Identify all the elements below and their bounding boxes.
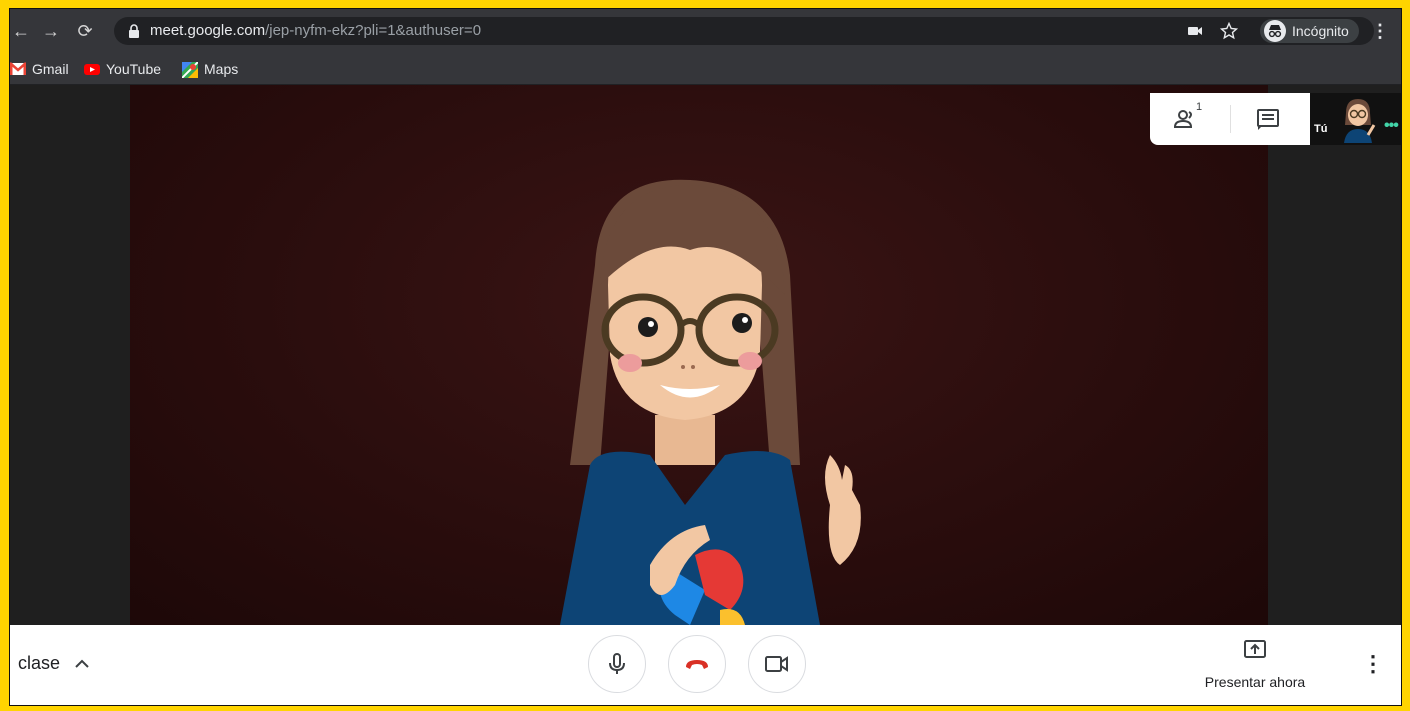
- reload-icon[interactable]: ⟳: [74, 20, 96, 42]
- bookmark-maps[interactable]: Maps: [181, 59, 239, 79]
- bookmark-youtube[interactable]: YouTube: [84, 59, 161, 79]
- meeting-name: clase: [18, 653, 61, 673]
- meet-top-panel: 1: [1150, 93, 1310, 145]
- more-options-icon[interactable]: ⋮: [1362, 649, 1384, 679]
- gmail-icon: [10, 62, 27, 76]
- back-icon[interactable]: ←: [10, 20, 32, 42]
- kebab-menu-icon[interactable]: ⋮: [1370, 19, 1390, 43]
- hangup-button[interactable]: [668, 635, 726, 693]
- meeting-details-toggle[interactable]: clase: [18, 653, 90, 674]
- microphone-button[interactable]: [588, 635, 646, 693]
- youtube-icon: [84, 62, 100, 76]
- omnibox[interactable]: meet.google.com/jep-nyfm-ekz?pli=1&authu…: [114, 17, 1374, 45]
- panel-divider: [1230, 105, 1231, 133]
- incognito-badge[interactable]: Incógnito: [1260, 19, 1359, 43]
- video-camera-icon: [765, 656, 788, 672]
- browser-window: ← → ⟳ meet.google.com/jep-nyfm-ekz?pli=1…: [9, 8, 1402, 706]
- chat-icon[interactable]: [1254, 105, 1282, 133]
- presenter-avatar-illustration: [560, 179, 861, 625]
- camera-button[interactable]: [748, 635, 806, 693]
- star-icon[interactable]: [1220, 22, 1238, 40]
- address-bar-row: ← → ⟳ meet.google.com/jep-nyfm-ekz?pli=1…: [10, 9, 1401, 53]
- participants-count: 1: [1196, 101, 1203, 113]
- bookmarks-bar: Gmail YouTube Maps: [10, 53, 1401, 85]
- lock-icon: [129, 24, 139, 38]
- bookmark-label: YouTube: [106, 61, 162, 77]
- bookmark-label: Maps: [204, 61, 239, 77]
- self-view-tile[interactable]: Tú •••: [1310, 93, 1401, 145]
- hangup-icon: [686, 660, 708, 669]
- camera-icon[interactable]: [1186, 22, 1204, 40]
- self-more-icon[interactable]: •••: [1384, 117, 1399, 135]
- meet-controls-bar: clase Presentar ahora ⋮: [10, 625, 1401, 705]
- url-path: /jep-nyfm-ekz?pli=1&authuser=0: [265, 22, 482, 39]
- forward-icon[interactable]: →: [40, 20, 62, 42]
- main-video: [130, 85, 1268, 625]
- maps-icon: [181, 61, 199, 79]
- present-now-button[interactable]: Presentar ahora: [1200, 639, 1310, 695]
- bookmark-gmail[interactable]: Gmail: [10, 59, 69, 79]
- incognito-icon: [1264, 20, 1286, 42]
- incognito-label: Incógnito: [1292, 23, 1349, 39]
- url-text[interactable]: meet.google.com/jep-nyfm-ekz?pli=1&authu…: [150, 22, 481, 39]
- present-screen-icon: [1244, 640, 1266, 658]
- bookmark-label: Gmail: [32, 61, 69, 77]
- self-avatar: [1344, 99, 1376, 143]
- present-now-label: Presentar ahora: [1204, 674, 1306, 690]
- meet-stage: 1 Tú •••: [10, 85, 1401, 625]
- chevron-up-icon: [75, 659, 89, 668]
- url-host: meet.google.com: [150, 22, 266, 39]
- self-label: Tú: [1314, 123, 1328, 135]
- microphone-icon: [609, 653, 625, 674]
